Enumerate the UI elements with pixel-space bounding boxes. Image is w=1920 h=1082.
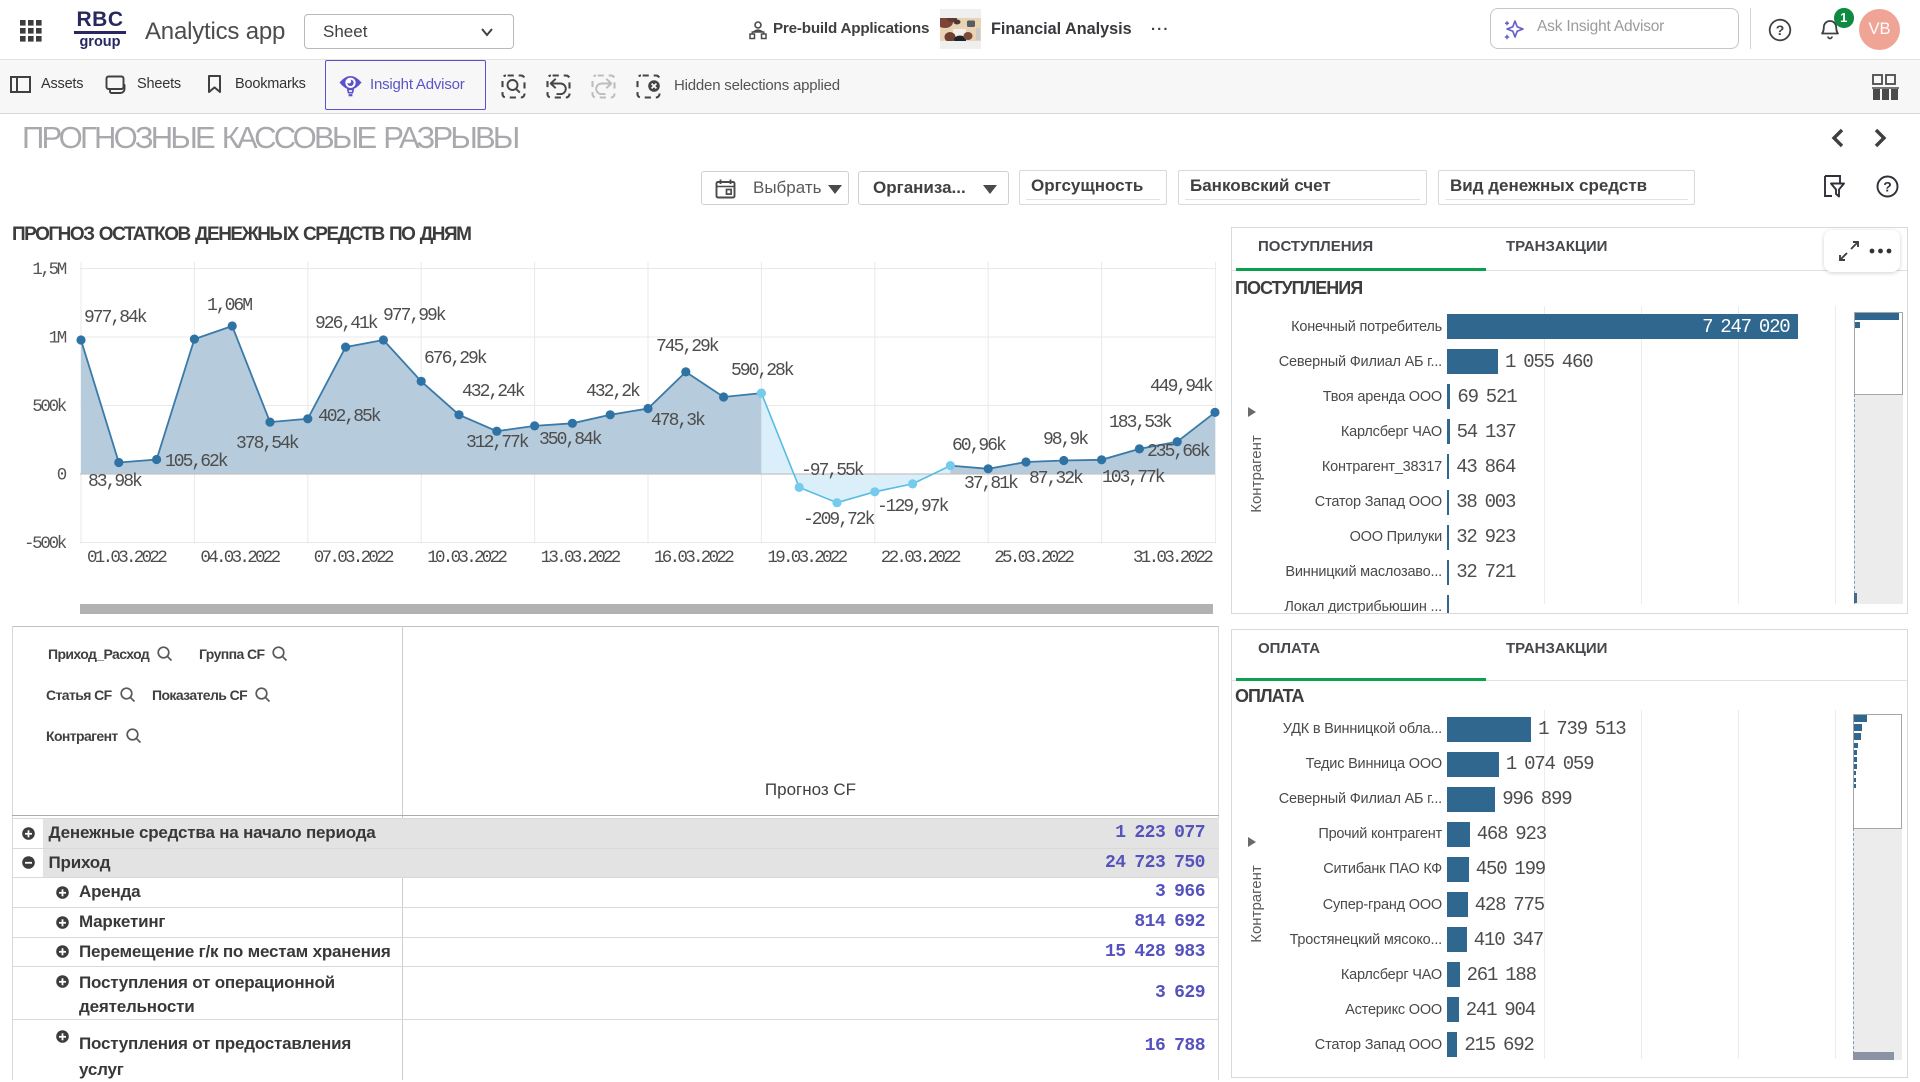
svg-text:235,66k: 235,66k bbox=[1147, 442, 1210, 462]
svg-text:1M: 1M bbox=[49, 329, 67, 349]
svg-text:87,32k: 87,32k bbox=[1029, 469, 1083, 489]
svg-text:1,06M: 1,06M bbox=[207, 296, 252, 316]
svg-text:98,9k: 98,9k bbox=[1043, 430, 1088, 450]
svg-text:60,96k: 60,96k bbox=[952, 436, 1006, 456]
svg-text:16.03.2022: 16.03.2022 bbox=[654, 548, 734, 568]
svg-text:-129,97k: -129,97k bbox=[877, 497, 949, 517]
svg-text:?: ? bbox=[1883, 179, 1892, 195]
svg-text:22.03.2022: 22.03.2022 bbox=[881, 548, 961, 568]
svg-text:13.03.2022: 13.03.2022 bbox=[541, 548, 621, 568]
svg-text:-209,72k: -209,72k bbox=[803, 510, 875, 530]
svg-text:25.03.2022: 25.03.2022 bbox=[994, 548, 1074, 568]
svg-text:1,5M: 1,5M bbox=[32, 260, 67, 280]
svg-text:0: 0 bbox=[57, 466, 67, 486]
svg-text:04.03.2022: 04.03.2022 bbox=[200, 548, 280, 568]
svg-text:449,94k: 449,94k bbox=[1150, 377, 1213, 397]
svg-text:350,84k: 350,84k bbox=[539, 430, 602, 450]
svg-text:378,54k: 378,54k bbox=[236, 434, 299, 454]
svg-text:590,28k: 590,28k bbox=[731, 361, 794, 381]
svg-text:103,77k: 103,77k bbox=[1102, 468, 1165, 488]
svg-text:312,77k: 312,77k bbox=[466, 433, 529, 453]
svg-text:-500k: -500k bbox=[24, 534, 67, 554]
svg-text:?: ? bbox=[1776, 22, 1785, 38]
svg-text:432,2k: 432,2k bbox=[586, 382, 640, 402]
svg-text:31.03.2022: 31.03.2022 bbox=[1133, 548, 1213, 568]
svg-text:402,85k: 402,85k bbox=[318, 407, 381, 427]
svg-text:10.03.2022: 10.03.2022 bbox=[427, 548, 507, 568]
svg-text:500k: 500k bbox=[32, 397, 67, 417]
svg-text:926,41k: 926,41k bbox=[315, 314, 378, 334]
svg-text:07.03.2022: 07.03.2022 bbox=[314, 548, 394, 568]
svg-text:37,81k: 37,81k bbox=[964, 474, 1018, 494]
svg-text:-97,55k: -97,55k bbox=[801, 461, 864, 481]
svg-text:977,99k: 977,99k bbox=[383, 306, 446, 326]
svg-text:183,53k: 183,53k bbox=[1109, 413, 1172, 433]
svg-text:105,62k: 105,62k bbox=[165, 452, 228, 472]
svg-text:01.03.2022: 01.03.2022 bbox=[87, 548, 167, 568]
svg-text:19.03.2022: 19.03.2022 bbox=[767, 548, 847, 568]
svg-text:745,29k: 745,29k bbox=[656, 337, 719, 357]
svg-text:676,29k: 676,29k bbox=[424, 349, 487, 369]
svg-text:432,24k: 432,24k bbox=[462, 382, 525, 402]
svg-text:478,3k: 478,3k bbox=[651, 411, 705, 431]
svg-text:977,84k: 977,84k bbox=[84, 308, 147, 328]
svg-text:83,98k: 83,98k bbox=[88, 472, 142, 492]
